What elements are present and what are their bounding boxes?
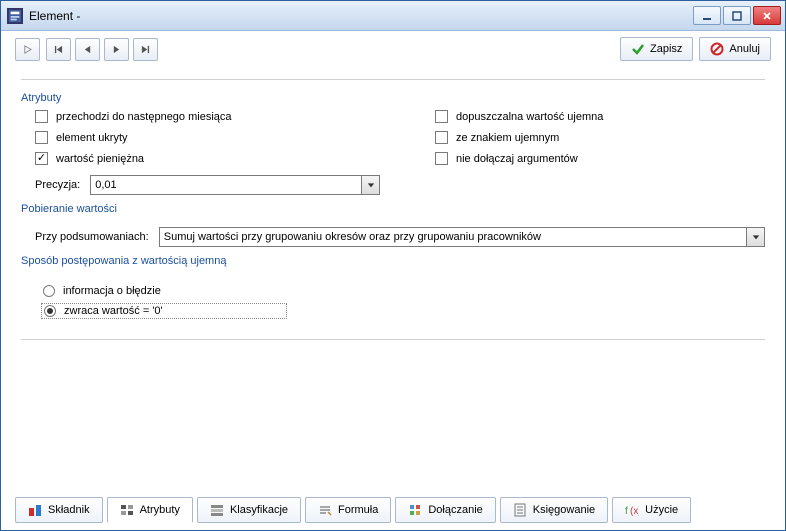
tab-label: Użycie: [645, 504, 678, 516]
checkbox-next-month[interactable]: [35, 110, 48, 123]
accounting-icon: [513, 503, 527, 517]
radio-return-zero[interactable]: [44, 305, 56, 317]
tab-label: Klasyfikacje: [230, 504, 288, 516]
tab-label: Atrybuty: [140, 504, 180, 516]
label-allow-negative: dopuszczalna wartość ujemna: [456, 111, 603, 123]
label-hidden-element: element ukryty: [56, 132, 128, 144]
label-error-info: informacja o błędzie: [63, 285, 161, 297]
precision-dropdown-button[interactable]: [361, 176, 379, 194]
summary-input[interactable]: [160, 228, 746, 246]
checkbox-no-args[interactable]: [435, 152, 448, 165]
tab-uzycie[interactable]: f(x) Użycie: [612, 497, 691, 523]
nav-last-button[interactable]: [133, 38, 158, 61]
tab-dolaczanie[interactable]: Dołączanie: [395, 497, 495, 523]
label-money-value: wartość pieniężna: [56, 153, 144, 165]
tab-klasyfikacje[interactable]: Klasyfikacje: [197, 497, 301, 523]
tab-ksiegowanie[interactable]: Księgowanie: [500, 497, 608, 523]
cancel-icon: [710, 42, 724, 56]
section-retrieval-title: Pobieranie wartości: [21, 203, 765, 215]
nav-first-button[interactable]: [46, 38, 71, 61]
tab-atrybuty[interactable]: Atrybuty: [107, 497, 193, 523]
summary-combo[interactable]: [159, 227, 765, 247]
radio-error-info[interactable]: [43, 285, 55, 297]
checkbox-money-value[interactable]: [35, 152, 48, 165]
section-negative-title: Sposób postępowania z wartością ujemną: [21, 255, 765, 267]
precision-label: Precyzja:: [35, 179, 80, 191]
precision-combo[interactable]: [90, 175, 380, 195]
svg-text:(x): (x): [630, 506, 639, 517]
divider: [21, 339, 765, 340]
app-icon: [7, 8, 23, 24]
window-title: Element -: [29, 9, 693, 23]
usage-icon: f(x): [625, 503, 639, 517]
attributes-icon: [120, 503, 134, 517]
maximize-button[interactable]: [723, 6, 751, 25]
close-button[interactable]: [753, 6, 781, 25]
tab-skladnik[interactable]: Składnik: [15, 497, 103, 523]
component-icon: [28, 503, 42, 517]
cancel-button[interactable]: Anuluj: [699, 37, 771, 61]
save-button[interactable]: Zapisz: [620, 37, 693, 61]
tab-label: Księgowanie: [533, 504, 595, 516]
nav-next-button[interactable]: [104, 38, 129, 61]
label-negative-sign: ze znakiem ujemnym: [456, 132, 559, 144]
section-attributes-title: Atrybuty: [21, 92, 765, 104]
label-next-month: przechodzi do następnego miesiąca: [56, 111, 232, 123]
nav-prev-button[interactable]: [75, 38, 100, 61]
check-icon: [631, 42, 645, 56]
nav-play-button[interactable]: [15, 38, 40, 61]
label-no-args: nie dołączaj argumentów: [456, 153, 578, 165]
checkbox-hidden-element[interactable]: [35, 131, 48, 144]
formula-icon: [318, 503, 332, 517]
checkbox-negative-sign[interactable]: [435, 131, 448, 144]
precision-input[interactable]: [91, 176, 361, 194]
tab-formula[interactable]: Formuła: [305, 497, 391, 523]
svg-text:f: f: [625, 506, 628, 517]
tab-label: Składnik: [48, 504, 90, 516]
summary-dropdown-button[interactable]: [746, 228, 764, 246]
summary-label: Przy podsumowaniach:: [35, 231, 149, 243]
label-return-zero: zwraca wartość = '0': [64, 305, 163, 317]
save-button-label: Zapisz: [650, 43, 682, 55]
divider: [21, 79, 765, 80]
checkbox-allow-negative[interactable]: [435, 110, 448, 123]
attach-icon: [408, 503, 422, 517]
tab-label: Formuła: [338, 504, 378, 516]
minimize-button[interactable]: [693, 6, 721, 25]
classification-icon: [210, 503, 224, 517]
cancel-button-label: Anuluj: [729, 43, 760, 55]
tab-label: Dołączanie: [428, 504, 482, 516]
